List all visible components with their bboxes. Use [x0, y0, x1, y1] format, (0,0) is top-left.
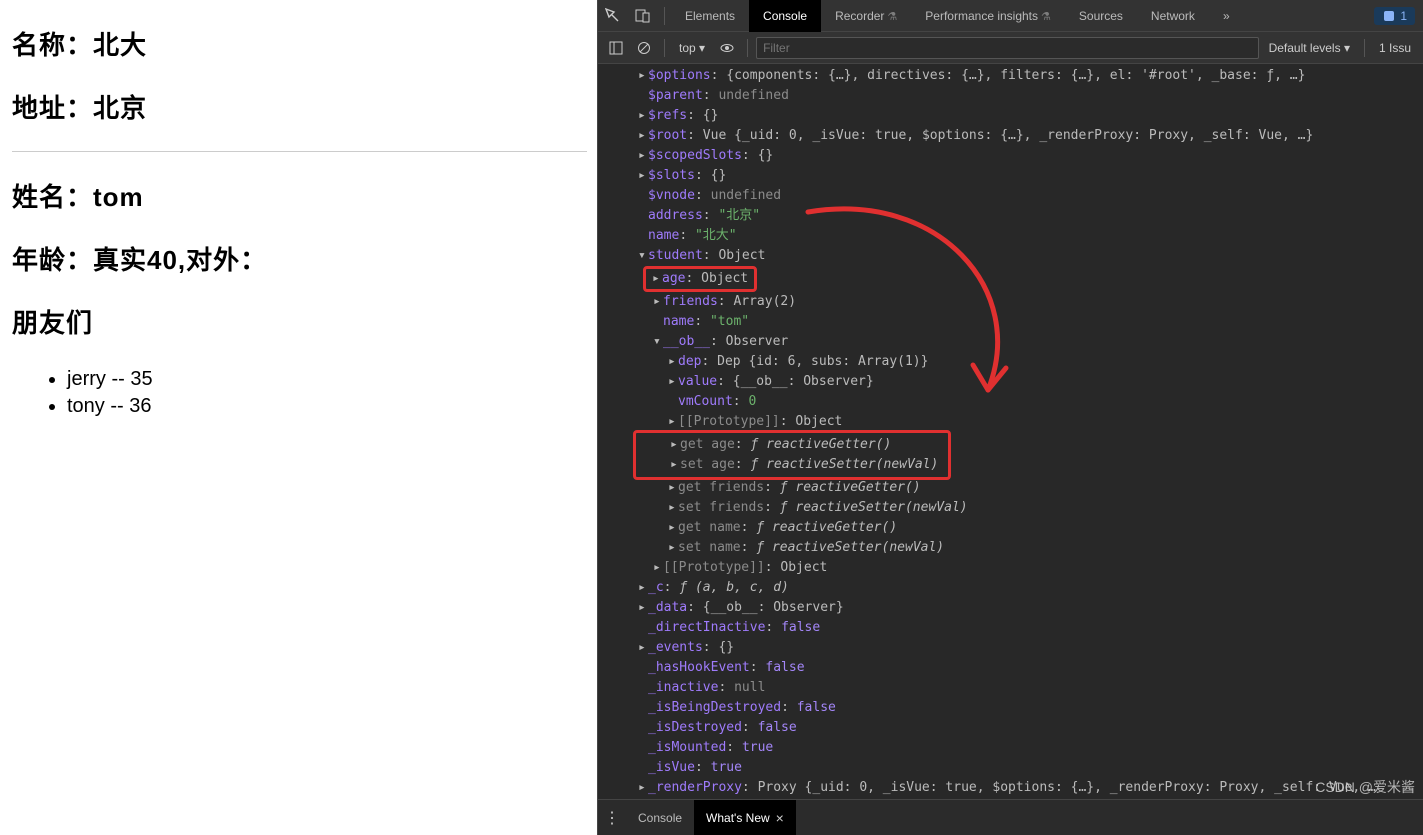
list-item: jerry -- 35 [67, 366, 587, 393]
friends-title: 朋友们 [12, 303, 587, 340]
annotation-arrow [788, 200, 1048, 430]
separator [747, 39, 748, 57]
drawer-tab-whatsnew[interactable]: What's New× [694, 800, 796, 835]
device-toggle-icon[interactable] [630, 3, 656, 29]
object-property[interactable]: _inactive: null [598, 678, 1423, 698]
object-property[interactable]: ▸set name: ƒ reactiveSetter(newVal) [598, 538, 1423, 558]
inspect-icon[interactable] [600, 3, 626, 29]
tab-recorder[interactable]: Recorder⚗ [821, 0, 911, 32]
object-property[interactable]: ▸_renderProxy: Proxy {_uid: 0, _isVue: t… [598, 778, 1423, 798]
object-property[interactable]: ▸$root: Vue {_uid: 0, _isVue: true, $opt… [598, 126, 1423, 146]
object-property[interactable]: ▸$refs: {} [598, 106, 1423, 126]
object-property[interactable]: _directInactive: false [598, 618, 1423, 638]
tab-elements[interactable]: Elements [671, 0, 749, 32]
student-name: 姓名：tom [12, 177, 587, 214]
watermark: CSDN @爱米酱 [1315, 777, 1415, 797]
object-property[interactable]: ▸$scopedSlots: {} [598, 146, 1423, 166]
object-property[interactable]: _isDestroyed: false [598, 718, 1423, 738]
object-property[interactable]: ▸get name: ƒ reactiveGetter() [598, 518, 1423, 538]
separator [1364, 39, 1365, 57]
drawer-menu-icon[interactable]: ⋮ [598, 808, 626, 828]
live-expression-icon[interactable] [715, 36, 739, 60]
console-output[interactable]: ▸$options: {components: {…}, directives:… [598, 64, 1423, 799]
object-property[interactable]: ▸_events: {} [598, 638, 1423, 658]
sidebar-toggle-icon[interactable] [604, 36, 628, 60]
tab-more[interactable]: » [1209, 0, 1244, 32]
flask-icon: ⚗ [1041, 11, 1051, 23]
object-property[interactable]: _hasHookEvent: false [598, 658, 1423, 678]
object-property[interactable]: ▸_c: ƒ (a, b, c, d) [598, 578, 1423, 598]
flask-icon: ⚗ [887, 11, 897, 23]
devtools-panel: Elements Console Recorder⚗ Performance i… [597, 0, 1423, 835]
object-property[interactable]: _isMounted: true [598, 738, 1423, 758]
tab-console[interactable]: Console [749, 0, 821, 32]
school-address: 地址：北京 [12, 88, 587, 125]
tab-sources[interactable]: Sources [1065, 0, 1137, 32]
object-property[interactable]: ▸set age: ƒ reactiveSetter(newVal) [636, 455, 942, 475]
filter-input[interactable] [756, 37, 1259, 59]
issues-badge[interactable]: 1 [1374, 7, 1415, 25]
tab-performance-insights[interactable]: Performance insights⚗ [911, 0, 1065, 32]
execution-context-selector[interactable]: top ▾ [673, 41, 711, 55]
object-property[interactable]: ▸$options: {components: {…}, directives:… [598, 66, 1423, 86]
student-age: 年龄：真实40,对外： [12, 240, 587, 277]
object-property[interactable]: ▸$slots: {} [598, 166, 1423, 186]
issue-icon [1382, 9, 1396, 23]
issues-chip[interactable]: 1 Issu [1373, 41, 1417, 55]
tab-network[interactable]: Network [1137, 0, 1209, 32]
friends-list: jerry -- 35 tony -- 36 [12, 366, 587, 420]
school-name: 名称：北大 [12, 25, 587, 62]
separator [664, 7, 665, 25]
object-property[interactable]: _isVue: true [598, 758, 1423, 778]
devtools-tabbar: Elements Console Recorder⚗ Performance i… [598, 0, 1423, 32]
close-icon[interactable]: × [776, 810, 784, 826]
separator [664, 39, 665, 57]
page-content: 名称：北大 地址：北京 姓名：tom 年龄：真实40,对外： 朋友们 jerry… [0, 0, 597, 835]
object-property[interactable]: ▸get age: ƒ reactiveGetter() [636, 435, 942, 455]
object-property[interactable]: $parent: undefined [598, 86, 1423, 106]
list-item: tony -- 36 [67, 393, 587, 420]
filter-input-wrapper [756, 37, 1259, 59]
log-levels-selector[interactable]: Default levels ▾ [1263, 41, 1356, 55]
object-property[interactable]: ▸set friends: ƒ reactiveSetter(newVal) [598, 498, 1423, 518]
devtools-drawer: ⋮ Console What's New× [598, 799, 1423, 835]
console-toolbar: top ▾ Default levels ▾ 1 Issu [598, 32, 1423, 64]
highlighted-age-accessors: ▸get age: ƒ reactiveGetter() ▸set age: ƒ… [633, 430, 951, 480]
divider [12, 151, 587, 152]
object-property[interactable]: _isBeingDestroyed: false [598, 698, 1423, 718]
drawer-tab-console[interactable]: Console [626, 800, 694, 835]
object-property[interactable]: ▸get friends: ƒ reactiveGetter() [598, 478, 1423, 498]
object-property[interactable]: ▸_data: {__ob__: Observer} [598, 598, 1423, 618]
clear-console-icon[interactable] [632, 36, 656, 60]
object-property[interactable]: ▸[[Prototype]]: Object [598, 558, 1423, 578]
